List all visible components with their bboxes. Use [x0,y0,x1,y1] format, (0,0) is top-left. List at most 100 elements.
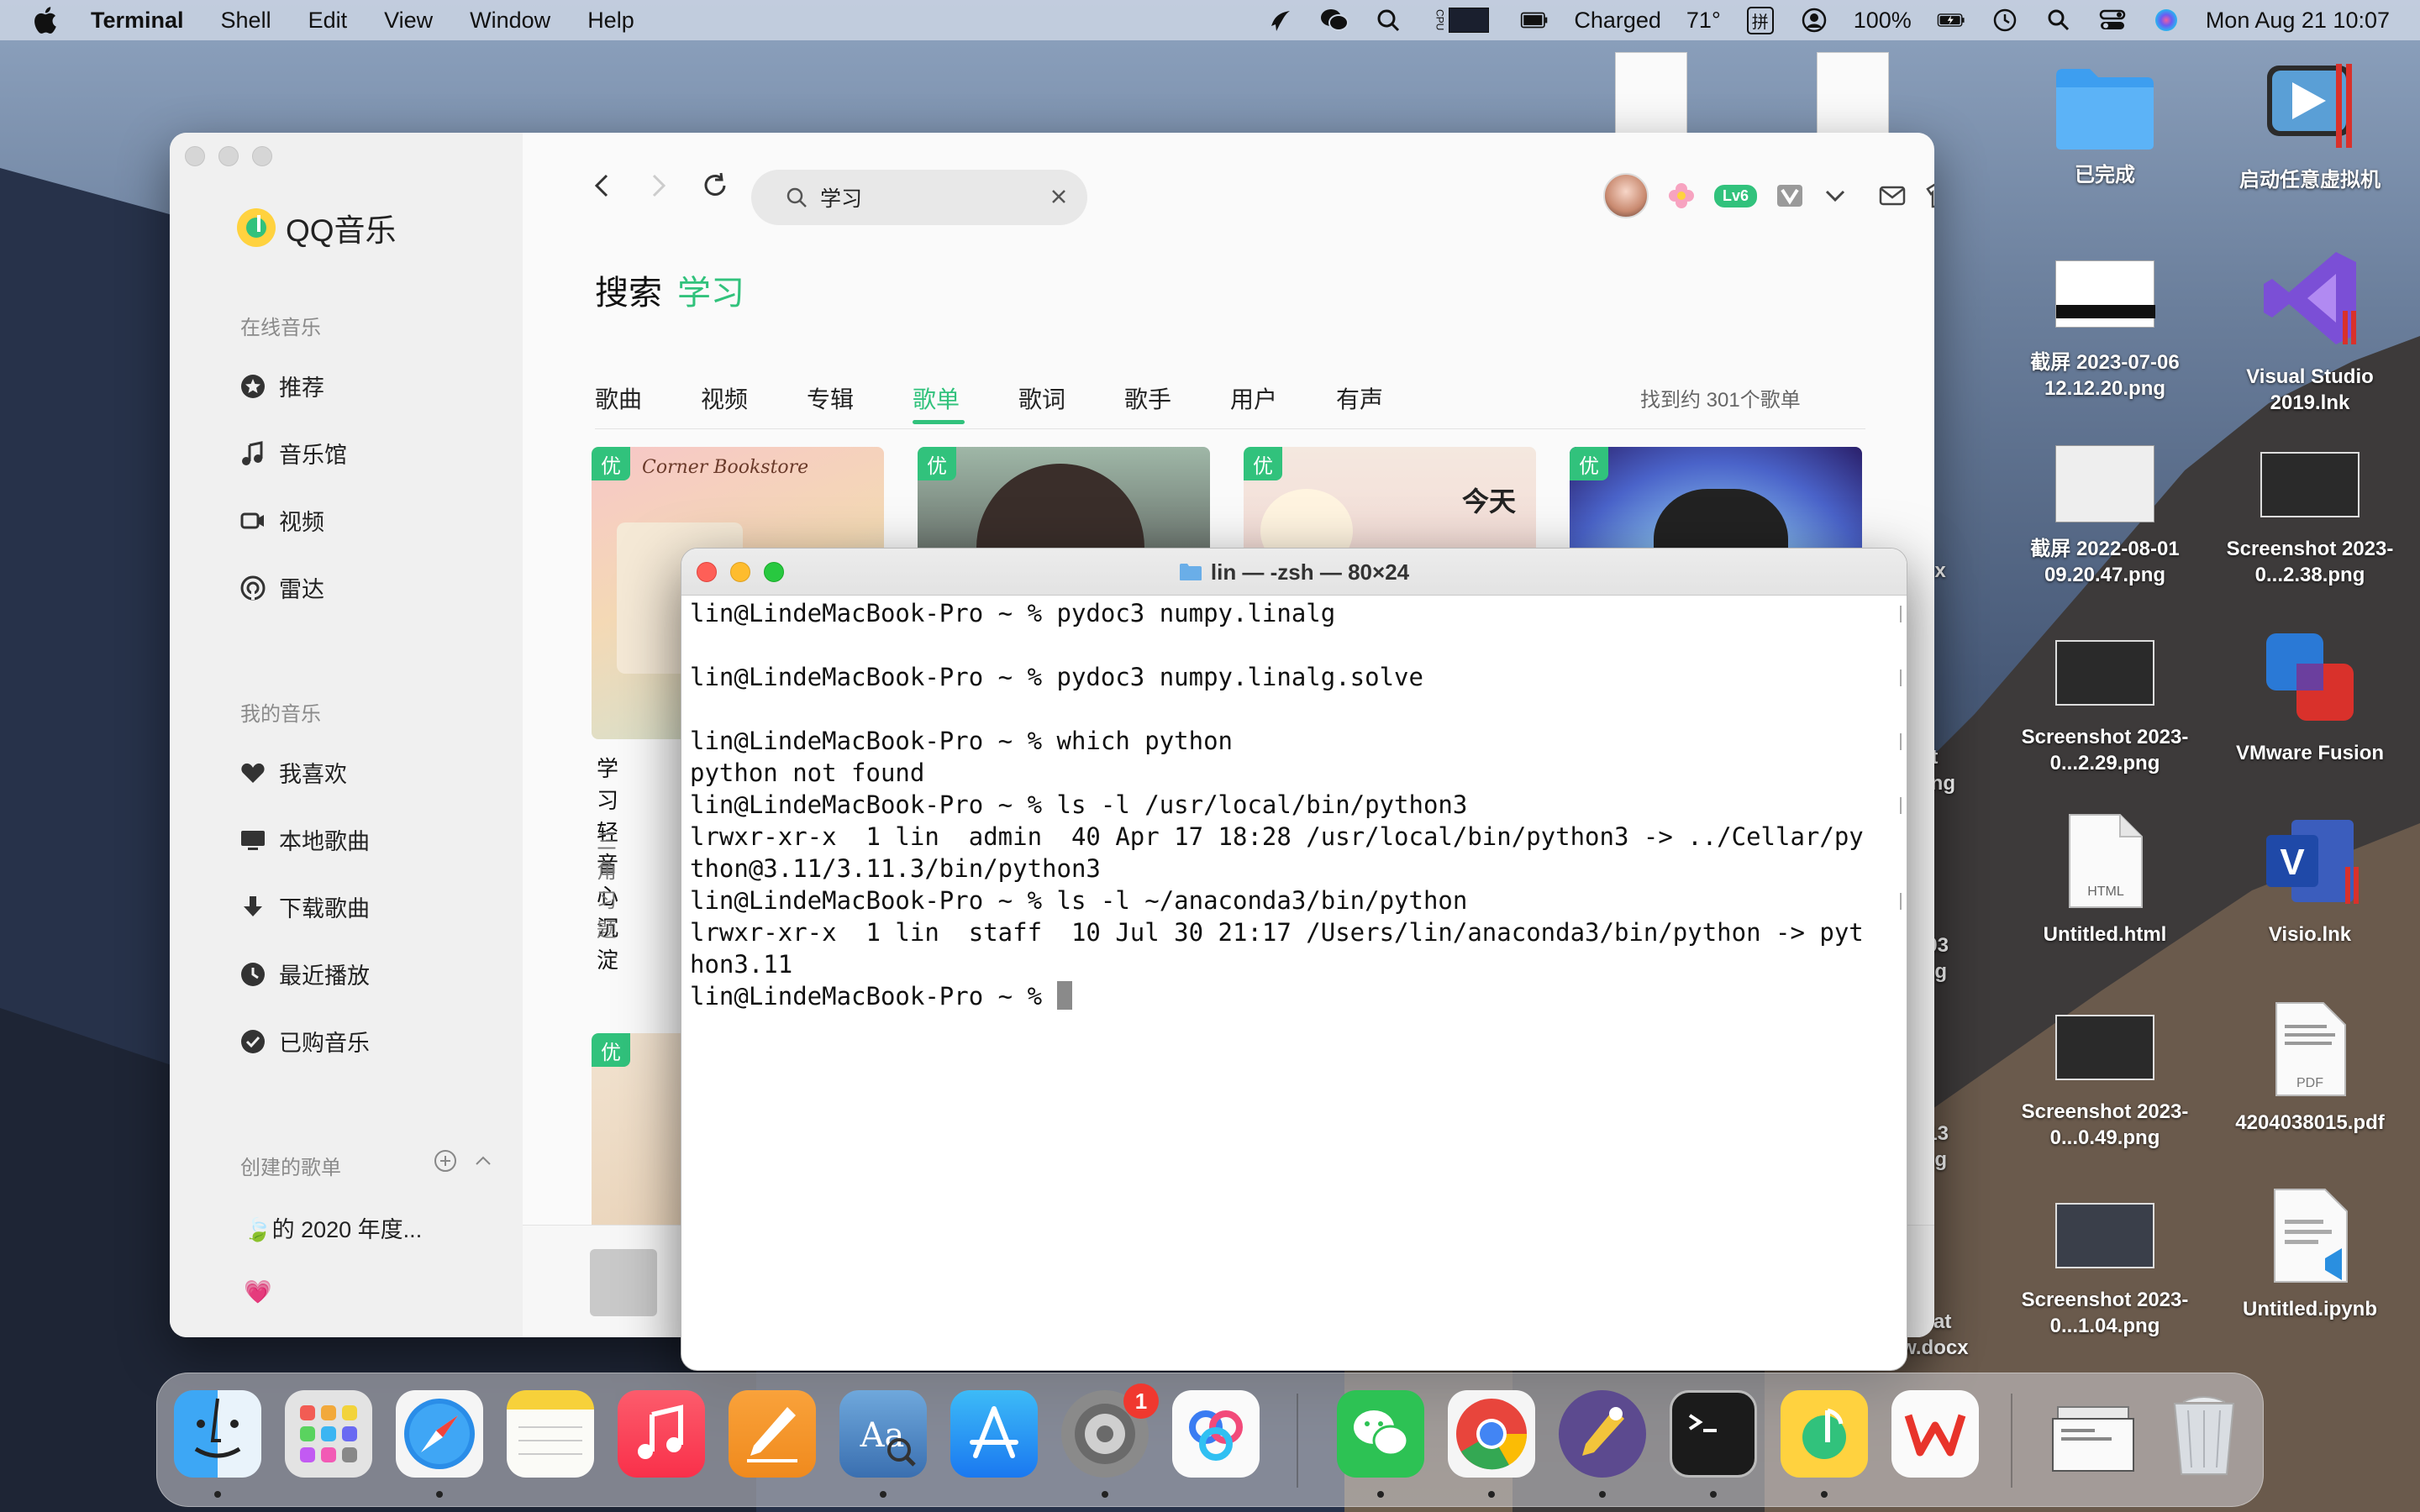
desktop-screenshot-4[interactable]: Screenshot 2023-0...2.29.png [2008,640,2202,776]
chevron-down-icon[interactable] [1823,183,1848,208]
battery-monitor-icon[interactable] [1520,6,1549,34]
refresh-icon[interactable] [701,171,729,200]
spotlight-icon[interactable] [2044,6,2073,34]
qq-nav-purchased[interactable]: 已购音乐 [239,1025,370,1058]
tab-albums[interactable]: 专辑 [807,381,913,415]
dock-baidu-netdisk[interactable] [1172,1390,1260,1478]
menu-view[interactable]: View [384,8,433,34]
desktop-app-vmware[interactable]: VMware Fusion [2213,625,2407,766]
desktop-app-launch-vm[interactable]: 启动任意虚拟机 [2213,59,2407,193]
qq-nav-download[interactable]: 下载歌曲 [239,890,370,923]
cpu-monitor-icon[interactable]: CPU [1428,6,1495,34]
clear-search-icon[interactable] [1049,186,1069,207]
desktop-file-html[interactable]: HTML Untitled.html [2008,811,2202,948]
desktop-app-visio[interactable]: V Visio.lnk [2213,811,2407,948]
qq-nav-label: 最近播放 [279,963,370,989]
qq-nav-music-hall[interactable]: 音乐馆 [239,437,347,470]
desktop-screenshot-6[interactable]: Screenshot 2023-0...1.04.png [2008,1203,2202,1339]
tab-playlists[interactable]: 歌单 [913,381,1018,424]
qq-search-input[interactable]: 学习 [751,170,1087,225]
desktop-file-pdf[interactable]: PDF 4204038015.pdf [2213,1000,2407,1136]
siri-icon[interactable] [2152,6,2181,34]
terminal-title-bar[interactable]: lin — -zsh — 80×24 [681,549,1907,596]
dock-wps[interactable] [1891,1390,1979,1478]
dock-finder[interactable] [174,1390,261,1478]
tab-lyrics[interactable]: 歌词 [1018,381,1124,415]
desktop-screenshot-5[interactable]: Screenshot 2023-0...0.49.png [2008,1015,2202,1151]
skin-icon[interactable] [1925,181,1934,210]
desktop-app-visual-studio[interactable]: Visual Studio 2019.lnk [2213,244,2407,416]
vip-icon[interactable] [1776,183,1804,208]
qq-nav-local[interactable]: 本地歌曲 [239,823,370,856]
menu-shell[interactable]: Shell [221,8,271,34]
dock-notes[interactable] [507,1390,594,1478]
qq-minimize-button[interactable] [218,146,239,166]
tab-videos[interactable]: 视频 [701,381,807,415]
forward-icon[interactable] [645,171,671,200]
flower-icon[interactable] [1667,181,1696,210]
download-icon [239,893,267,921]
user-account-icon[interactable] [1800,6,1828,34]
tab-songs[interactable]: 歌曲 [595,381,701,415]
tab-users[interactable]: 用户 [1230,381,1336,415]
tab-singers[interactable]: 歌手 [1124,381,1230,415]
avatar[interactable] [1603,173,1649,218]
collapse-icon[interactable] [474,1152,492,1169]
level-badge[interactable]: Lv6 [1714,184,1758,207]
dock-trash[interactable] [2160,1390,2248,1478]
qq-nav-radar[interactable]: 雷达 [239,571,324,604]
desktop-screenshot-1[interactable]: 截屏 2023-07-06 12.12.20.png [2008,260,2202,402]
wechat-status-icon[interactable] [1320,6,1349,34]
apple-menu-icon[interactable] [32,6,57,34]
qq-nav-video[interactable]: 视频 [239,504,324,537]
qq-nav-liked[interactable]: 我喜欢 [239,756,347,789]
time-machine-icon[interactable] [1991,6,2019,34]
desktop-screenshot-2[interactable]: 截屏 2022-08-01 09.20.47.png [2008,445,2202,588]
bird-status-icon[interactable] [1266,6,1295,34]
playlist-card-author[interactable]: 三角习题 [597,825,617,942]
qq-nav-recent[interactable]: 最近播放 [239,958,370,990]
menu-help[interactable]: Help [587,8,634,34]
qq-playlist-item[interactable]: 🍃的 2020 年度... [244,1211,422,1244]
back-icon[interactable] [590,171,615,200]
dock-safari[interactable] [396,1390,483,1478]
mail-icon[interactable] [1878,183,1907,208]
dock-launchpad[interactable] [285,1390,372,1478]
control-center-icon[interactable] [2098,6,2127,34]
qq-playlist-item[interactable]: 💗 [244,1278,272,1305]
terminal-line-marker [1900,733,1902,750]
qq-close-button[interactable] [185,146,205,166]
dock-terminal[interactable] [1670,1390,1757,1478]
search-status-icon[interactable] [1374,6,1402,34]
menu-app-name[interactable]: Terminal [91,8,184,34]
desktop-folder-done[interactable]: 已完成 [2008,64,2202,188]
desktop-screenshot-3[interactable]: Screenshot 2023-0...2.38.png [2213,452,2407,588]
dock-pages[interactable] [729,1390,816,1478]
qq-maximize-button[interactable] [252,146,272,166]
dock-music[interactable] [618,1390,705,1478]
folder-icon [2056,69,2154,150]
dock-qq-music[interactable] [1781,1390,1868,1478]
now-playing-cover[interactable] [590,1249,657,1316]
menu-window[interactable]: Window [470,8,550,34]
dock-running-indicator [436,1491,443,1498]
tab-audio[interactable]: 有声 [1336,381,1442,415]
qq-nav-recommend[interactable]: 推荐 [239,370,324,402]
dock-pencil-app[interactable] [1559,1390,1646,1478]
dock-wechat[interactable] [1337,1390,1424,1478]
dock-dictionary[interactable]: Aa [839,1390,927,1478]
video-icon [239,507,267,535]
desktop-file-ipynb[interactable]: Untitled.ipynb [2213,1186,2407,1322]
desktop-file-doc-top[interactable] [1597,52,1706,136]
menu-edit[interactable]: Edit [308,8,348,34]
terminal-output[interactable]: lin@LindeMacBook-Pro ~ % pydoc3 numpy.li… [690,597,1900,1362]
input-method-icon[interactable]: 拼 [1746,6,1775,34]
visual-studio-icon [2264,252,2356,344]
dock-app-store[interactable] [950,1390,1038,1478]
add-playlist-icon[interactable] [434,1149,457,1173]
dock-chrome[interactable] [1448,1390,1535,1478]
clock-text[interactable]: Mon Aug 21 10:07 [2206,8,2390,34]
battery-icon[interactable] [1937,6,1965,34]
dock-stack-downloads[interactable] [2049,1390,2137,1478]
